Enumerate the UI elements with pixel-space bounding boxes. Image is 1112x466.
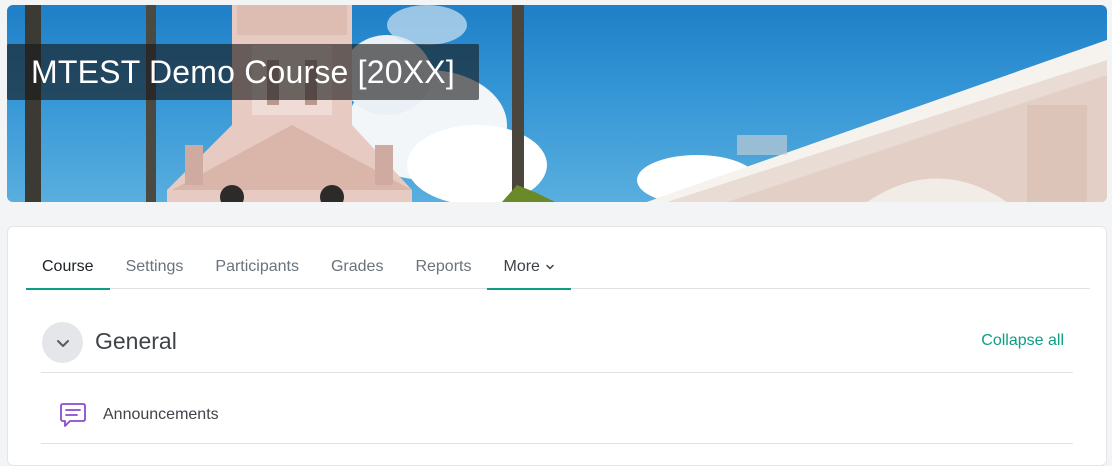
course-title: MTEST Demo Course [20XX] [31, 53, 455, 90]
section-title: General [95, 328, 177, 354]
tab-participants[interactable]: Participants [199, 245, 315, 289]
section-collapse-toggle[interactable] [42, 322, 83, 363]
campus-photo [25, 5, 1107, 202]
forum-icon [57, 398, 89, 430]
tab-grades[interactable]: Grades [315, 245, 399, 289]
activity-name-announcements[interactable]: Announcements [103, 406, 219, 424]
course-content-card: Course Settings Participants Grades Repo… [7, 226, 1107, 466]
tab-more[interactable]: More [487, 245, 572, 290]
chevron-down-icon [56, 339, 69, 347]
course-hero-banner: MTEST Demo Course [20XX] [7, 5, 1107, 202]
activity-item[interactable]: Announcements [41, 374, 1073, 444]
tab-more-label: More [503, 258, 540, 275]
course-nav-tabs: Course Settings Participants Grades Repo… [26, 245, 1090, 290]
collapse-all-link[interactable]: Collapse all [981, 332, 1064, 350]
chevron-down-icon [545, 262, 555, 272]
tab-reports[interactable]: Reports [399, 245, 487, 289]
tab-course[interactable]: Course [26, 245, 110, 290]
tab-settings[interactable]: Settings [110, 245, 200, 289]
section-general-header: General Collapse all [41, 322, 1073, 373]
course-title-box: MTEST Demo Course [20XX] [7, 44, 479, 100]
